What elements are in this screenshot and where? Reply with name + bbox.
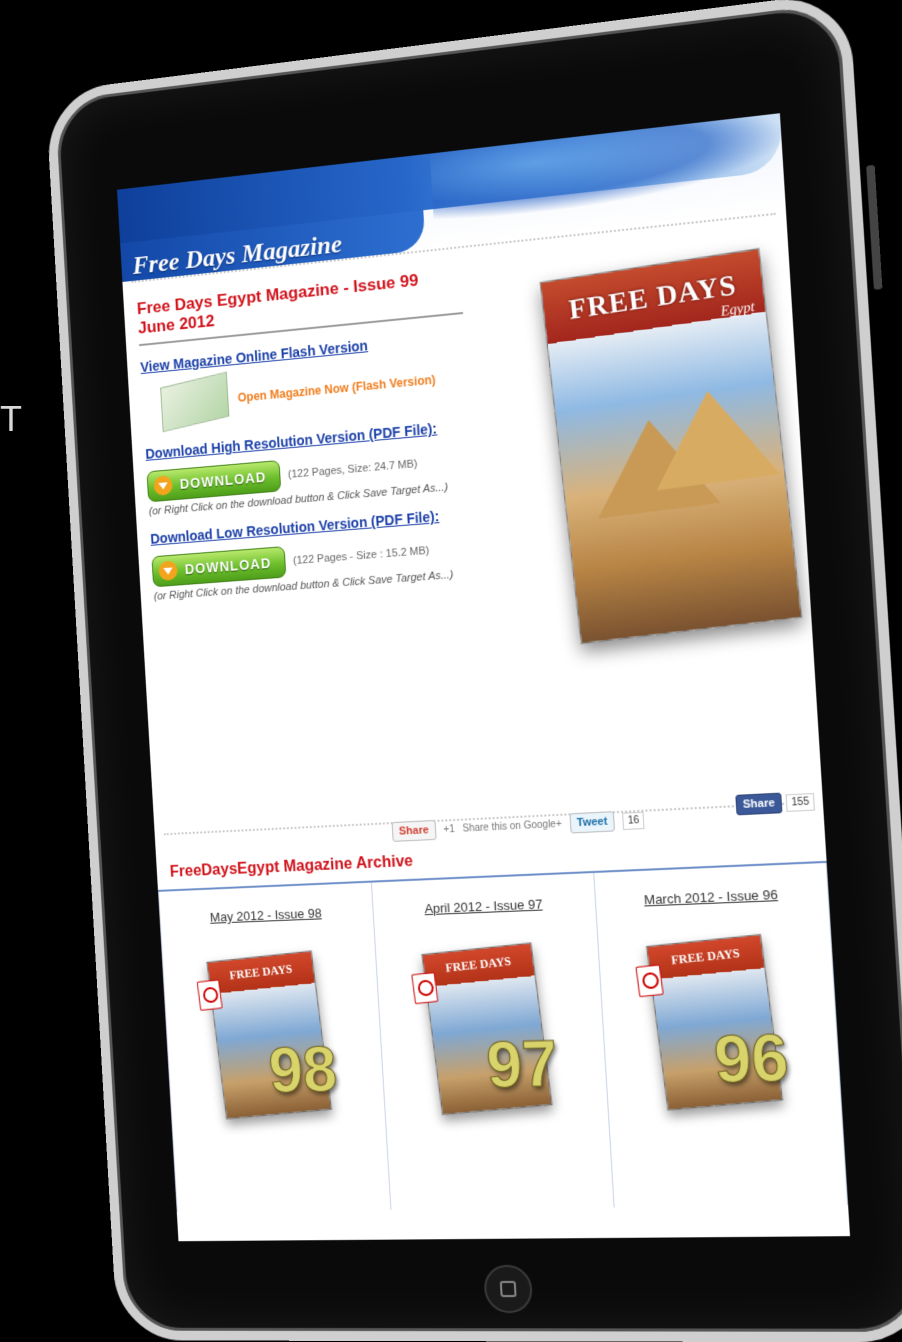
download-low-meta: (122 Pages - Size : 15.2 MB) (292, 544, 430, 568)
tablet-device: Free Days Magazine Free Days Egypt Magaz… (45, 0, 902, 1342)
archive-cover-title: FREE DAYS (670, 945, 741, 968)
gplus-share-button[interactable]: Share (391, 819, 437, 842)
archive-issue-link[interactable]: May 2012 - Issue 98 (210, 906, 322, 925)
issue-number: 98 (266, 1033, 339, 1107)
download-low-button[interactable]: DOWNLOAD (151, 546, 287, 588)
tablet-screen: Free Days Magazine Free Days Egypt Magaz… (117, 113, 851, 1242)
tweet-button[interactable]: Tweet (569, 811, 616, 834)
gplus-count: +1 (443, 823, 455, 836)
issue-number: 97 (484, 1027, 560, 1102)
pyramid-shape (646, 382, 781, 491)
facebook-share: Share 155 (735, 791, 815, 816)
magazine-cover[interactable]: FREE DAYS Egypt (539, 248, 803, 645)
download-arrow-icon (153, 475, 173, 497)
tweet-count: 16 (622, 811, 645, 830)
download-button-label: DOWNLOAD (184, 555, 272, 578)
issue-number: 96 (712, 1020, 792, 1097)
download-button-label: DOWNLOAD (179, 469, 267, 492)
archive-grid: May 2012 - Issue 98 FREE DAYS 98 April 2… (157, 860, 849, 1213)
archive-item: April 2012 - Issue 97 FREE DAYS 97 (371, 872, 615, 1210)
edge-glyph: T (0, 398, 22, 439)
side-button (866, 164, 883, 290)
main-content: Free Days Egypt Magazine - Issue 99 June… (123, 214, 823, 842)
gplus-text: Share this on Google+ (462, 818, 563, 835)
archive-section: FreeDaysEgypt Magazine Archive May 2012 … (156, 834, 849, 1213)
archive-item: March 2012 - Issue 96 FREE DAYS 96 (594, 862, 849, 1208)
archive-item: May 2012 - Issue 98 FREE DAYS 98 (158, 882, 392, 1213)
download-arrow-icon (158, 560, 178, 582)
archive-cover-title: FREE DAYS (228, 961, 293, 983)
flash-thumbnail[interactable] (160, 371, 230, 433)
download-high-meta: (122 Pages, Size: 24.7 MB) (287, 458, 418, 481)
facebook-count: 155 (785, 792, 815, 812)
share-row: Share +1 Share this on Google+ Tweet 16 (391, 810, 645, 842)
facebook-share-button[interactable]: Share (735, 792, 783, 816)
archive-issue-link[interactable]: March 2012 - Issue 96 (644, 887, 779, 908)
open-flash-link[interactable]: Open Magazine Now (Flash Version) (237, 373, 436, 405)
archive-issue-link[interactable]: April 2012 - Issue 97 (424, 896, 543, 916)
archive-cover-title: FREE DAYS (444, 953, 512, 975)
